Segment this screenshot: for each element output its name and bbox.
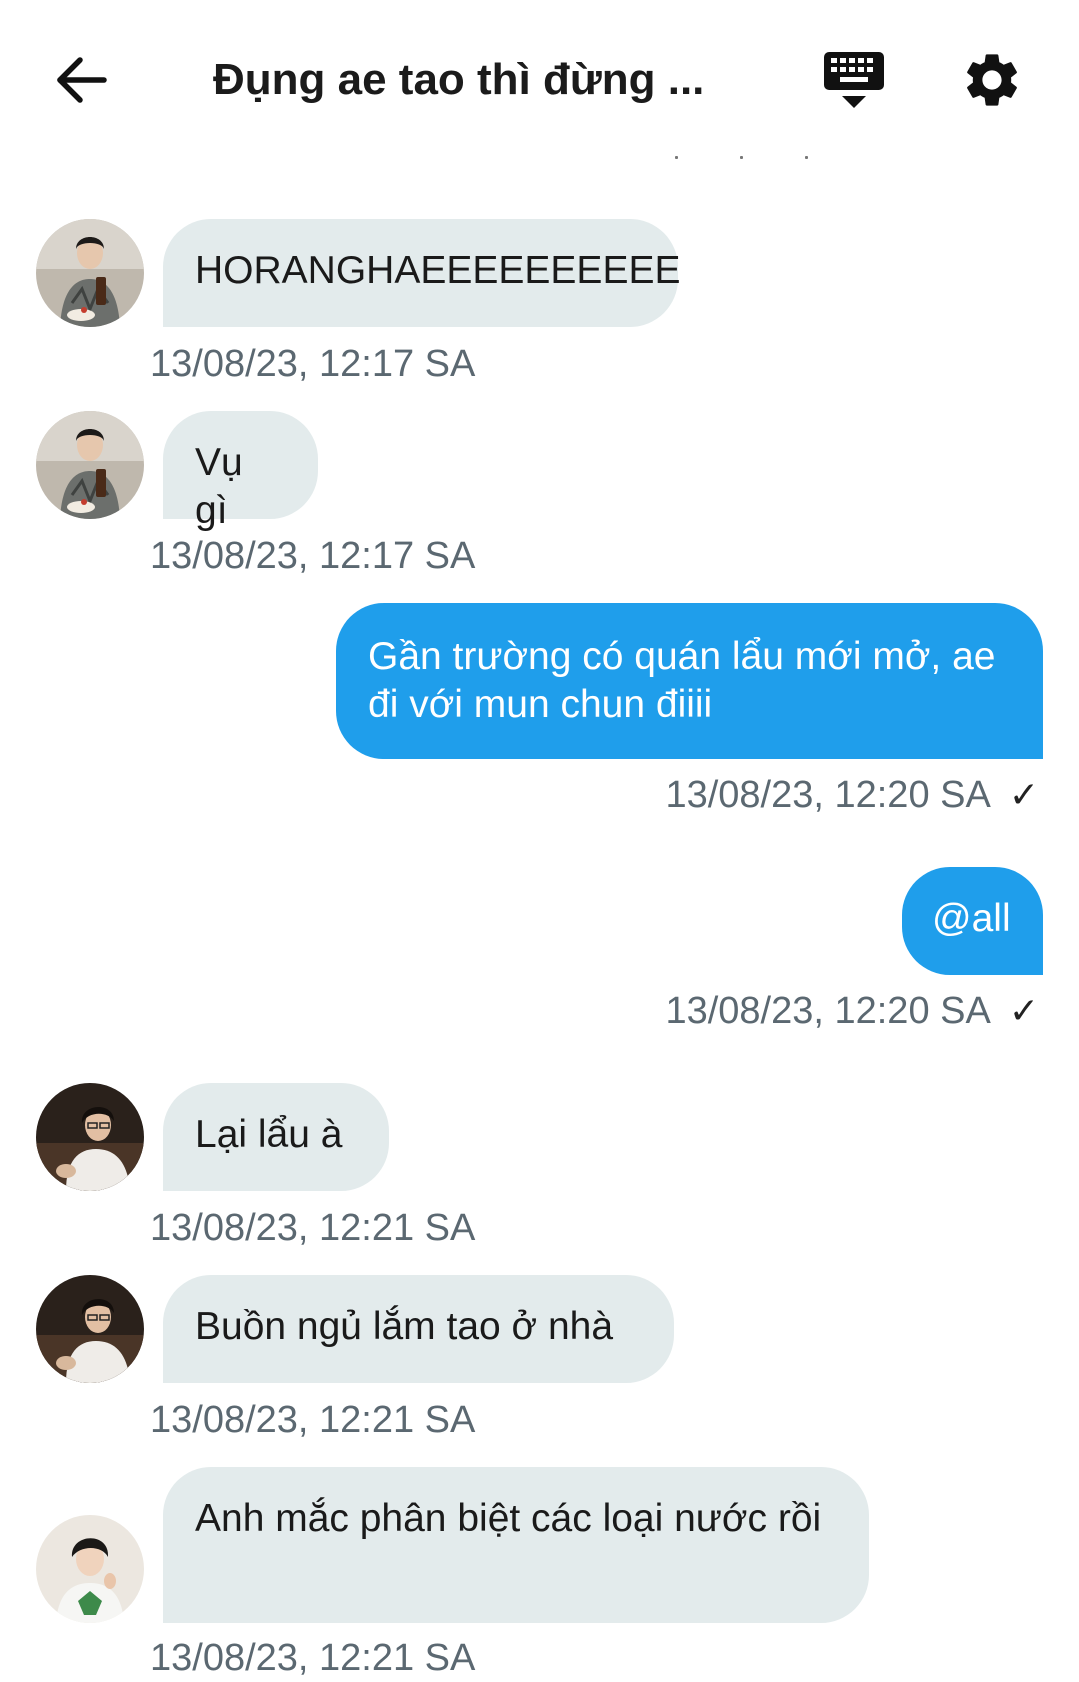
incoming-message-bubble[interactable]: Lại lẩu à [163,1083,389,1191]
back-button[interactable] [52,50,112,110]
incoming-message-bubble[interactable]: Buồn ngủ lắm tao ở nhà [163,1275,674,1383]
keyboard-toggle-button[interactable] [822,48,886,112]
message-text: HORANGHAEEEEEEEEEE [195,249,681,292]
chat-header: Đụng ae tao thì đừng ... [0,0,1079,150]
chat-title[interactable]: Đụng ae tao thì đừng ... [213,48,733,112]
sent-check-icon: ✓ [1008,774,1039,815]
avatar[interactable] [36,1275,144,1383]
message-timestamp: 13/08/23, 12:21 SA [150,1207,476,1249]
message-text: Buồn ngủ lắm tao ở nhà [195,1305,614,1348]
keyboard-hide-icon [824,52,884,108]
avatar[interactable] [36,219,144,327]
message-timestamp-row: 13/08/23, 12:20 SA ✓ [665,987,1039,1035]
message-text: Gần trường có quán lẩu mới mở, ae đi với… [368,635,996,726]
message-text: Anh mắc phân biệt các loại nước rồi [195,1497,822,1540]
settings-button[interactable] [960,48,1024,112]
message-timestamp: 13/08/23, 12:20 SA [665,990,991,1032]
incoming-message-bubble[interactable]: Anh mắc phân biệt các loại nước rồi [163,1467,869,1623]
message-timestamp: 13/08/23, 12:20 SA [665,774,991,816]
incoming-message-bubble[interactable]: HORANGHAEEEEEEEEEE [163,219,681,327]
message-text: Vụ gì [195,441,243,532]
message-timestamp: 13/08/23, 12:17 SA [150,343,476,385]
avatar[interactable] [36,411,144,519]
message-timestamp-row: 13/08/23, 12:20 SA ✓ [665,771,1039,819]
arrow-left-icon [57,57,107,103]
sent-check-icon: ✓ [1008,990,1039,1031]
gear-icon [967,54,1017,106]
message-timestamp: 13/08/23, 12:21 SA [150,1637,476,1679]
message-timestamp: 13/08/23, 12:21 SA [150,1399,476,1441]
message-text: Lại lẩu à [195,1113,343,1156]
outgoing-message-bubble[interactable]: Gần trường có quán lẩu mới mở, ae đi với… [336,603,1043,759]
scroll-fade-divider [0,156,1079,164]
outgoing-message-bubble[interactable]: @all [902,867,1043,975]
avatar[interactable] [36,1515,144,1623]
incoming-message-bubble[interactable]: Vụ gì [163,411,318,532]
message-text: @all [932,897,1011,940]
message-timestamp: 13/08/23, 12:17 SA [150,535,476,577]
avatar[interactable] [36,1083,144,1191]
